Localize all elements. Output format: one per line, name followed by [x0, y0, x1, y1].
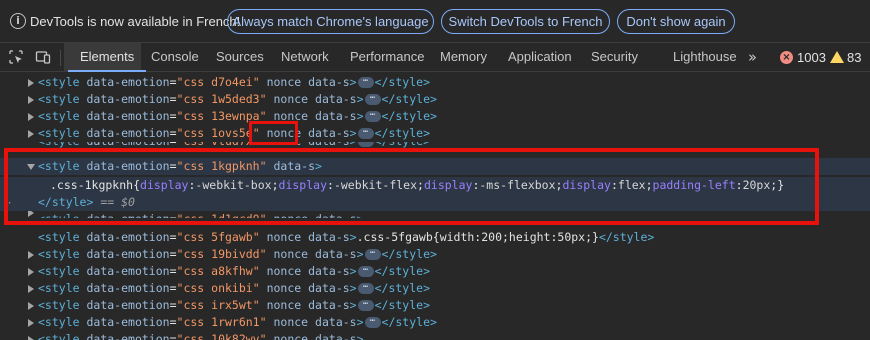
tab-elements[interactable]: Elements [67, 43, 147, 72]
toolbar-separator [60, 50, 61, 66]
dont-show-again-button[interactable]: Don't show again [617, 9, 735, 34]
tab-sources[interactable]: Sources [216, 43, 264, 72]
tree-row[interactable]: <style data-emotion="css 19bivdd" nonce … [0, 246, 870, 263]
expand-arrow-icon[interactable] [28, 302, 34, 310]
expand-arrow-icon[interactable] [28, 285, 34, 293]
inspect-element-icon[interactable] [8, 49, 24, 65]
tree-row[interactable]: <style data-emotion="css 13ewnpa" nonce … [0, 108, 870, 125]
tree-row[interactable]: <style data-emotion="css d7o4ei" nonce d… [0, 74, 870, 91]
tree-row[interactable]: <style data-emotion="css 5fgawb" nonce d… [0, 229, 870, 246]
nonce-highlight-box [249, 121, 298, 145]
expanded-node-highlight-box [4, 148, 819, 225]
always-match-language-button[interactable]: Always match Chrome's language [227, 9, 434, 34]
tree-row[interactable]: <style data-emotion="css a8kfhw" nonce d… [0, 263, 870, 280]
expand-arrow-icon[interactable] [28, 336, 34, 340]
error-count[interactable]: 1003 [797, 50, 826, 65]
info-icon: i [10, 13, 26, 29]
devtools-tab-bar: Elements Console Sources Network Perform… [0, 42, 870, 72]
warning-icon[interactable] [830, 51, 844, 63]
ellipsis-icon[interactable]: ⋯ [357, 300, 374, 311]
expand-arrow-icon[interactable] [28, 268, 34, 276]
more-tabs-chevron-icon[interactable]: ›› [748, 48, 757, 66]
expand-arrow-icon[interactable] [28, 130, 34, 138]
tree-row[interactable]: <style data-emotion="css onkibi" nonce d… [0, 280, 870, 297]
ellipsis-icon[interactable]: ⋯ [364, 249, 381, 260]
tree-row[interactable]: <style data-emotion="css 1rwr6n1" nonce … [0, 314, 870, 331]
ellipsis-icon[interactable]: ⋯ [364, 317, 381, 328]
device-toolbar-icon[interactable] [35, 49, 51, 65]
error-icon[interactable]: × [780, 51, 793, 64]
expand-arrow-icon[interactable] [28, 319, 34, 327]
ellipsis-icon[interactable]: ⋯ [357, 77, 374, 88]
tab-lighthouse[interactable]: Lighthouse [673, 43, 737, 72]
tab-security[interactable]: Security [591, 43, 638, 72]
warning-count[interactable]: 83 [847, 50, 861, 65]
tab-network[interactable]: Network [281, 43, 329, 72]
expand-arrow-icon[interactable] [28, 113, 34, 121]
tab-console[interactable]: Console [151, 43, 199, 72]
tree-row[interactable]: <style data-emotion="css 10k82wv" nonce … [0, 331, 870, 340]
tab-application[interactable]: Application [508, 43, 572, 72]
tab-performance[interactable]: Performance [350, 43, 424, 72]
tree-row[interactable]: <style data-emotion="css 1ovs5e" nonce d… [0, 125, 870, 142]
expand-arrow-icon[interactable] [28, 96, 34, 104]
ellipsis-icon[interactable]: ⋯ [357, 266, 374, 277]
tree-row[interactable]: <style data-emotion="css irx5wt" nonce d… [0, 297, 870, 314]
language-infobar: i DevTools is now available in French! A… [0, 0, 870, 42]
ellipsis-icon[interactable]: ⋯ [357, 142, 374, 147]
tab-memory[interactable]: Memory [440, 43, 487, 72]
ellipsis-icon[interactable]: ⋯ [364, 94, 381, 105]
tree-row[interactable]: <style data-emotion="css 1w5ded3" nonce … [0, 91, 870, 108]
ellipsis-icon[interactable]: ⋯ [364, 111, 381, 122]
ellipsis-icon[interactable]: ⋯ [357, 283, 374, 294]
switch-to-french-button[interactable]: Switch DevTools to French [441, 9, 610, 34]
expand-arrow-icon[interactable] [28, 251, 34, 259]
ellipsis-icon[interactable]: ⋯ [357, 128, 374, 139]
infobar-message: DevTools is now available in French! [30, 14, 241, 29]
expand-arrow-icon[interactable] [28, 79, 34, 87]
